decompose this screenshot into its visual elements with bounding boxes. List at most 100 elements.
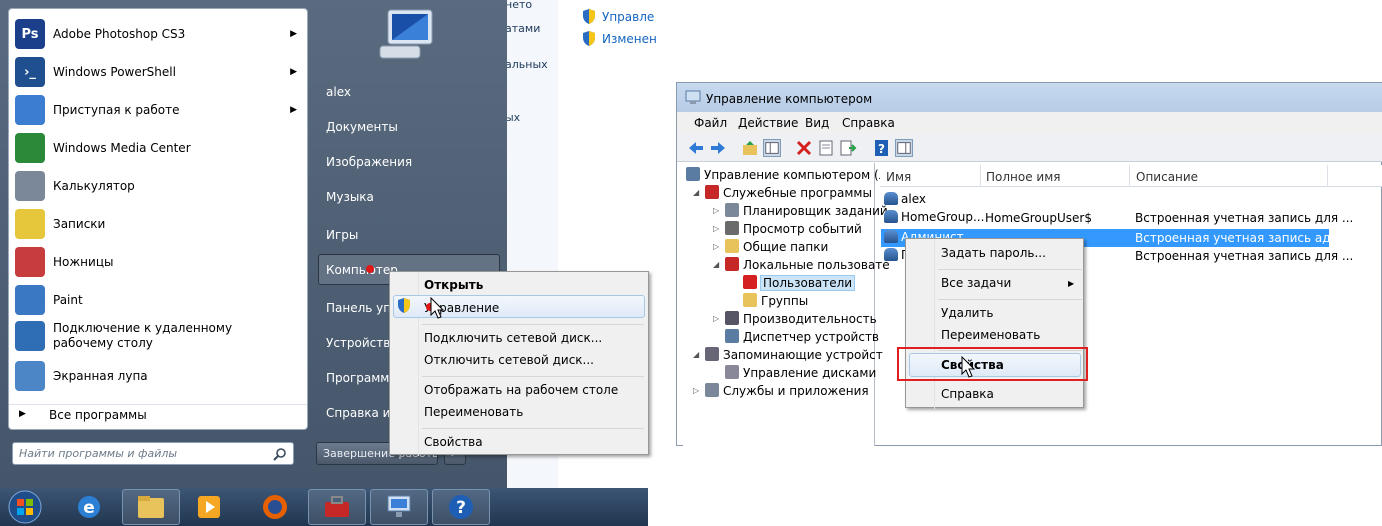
program-item[interactable]: ›_ Windows PowerShell ▶ [9,53,307,91]
submenu-arrow-icon: ▶ [290,105,297,115]
start-right-item[interactable]: alex [326,85,351,99]
mouse-cursor-icon [430,297,444,319]
forward-arrow-icon[interactable] [709,139,727,157]
tree-node[interactable]: Запоминающие устройст [705,347,883,362]
program-item[interactable]: Ножницы [9,243,307,281]
menu-item-rename[interactable]: Переименовать [941,328,1040,342]
menu-help[interactable]: Справка [842,116,895,130]
user-icon [884,192,898,205]
background-text: альных [505,58,548,71]
menu-item-delete[interactable]: Удалить [941,306,994,320]
program-item[interactable]: Подключение к удаленному рабочему столу [9,315,307,357]
tree-node[interactable]: Службы и приложения [705,383,869,398]
table-row[interactable]: alex [884,192,926,206]
tree-node[interactable]: Просмотр событий [725,221,862,236]
mouse-cursor-icon [961,356,975,378]
firefox-icon[interactable] [246,489,304,525]
program-label: Adobe Photoshop CS3 [53,26,186,41]
internet-explorer-icon[interactable]: e [60,489,118,525]
tree-node-icon [743,275,757,289]
column-header-name[interactable]: Имя [886,170,911,184]
menu-item-rename[interactable]: Переименовать [424,405,523,419]
explorer-folder-icon[interactable] [122,489,180,525]
all-programs-button[interactable]: ▶ Все программы [9,404,307,426]
tree-expander-icon[interactable]: ◢ [693,350,699,359]
menu-item-map-drive[interactable]: Подключить сетевой диск... [424,331,602,345]
start-right-item[interactable]: Компьютер [326,263,398,277]
toolbox-icon[interactable] [308,489,366,525]
tree-node-label: Служебные программы [723,186,872,200]
media-player-icon[interactable] [180,489,238,525]
program-item[interactable]: Ps Adobe Photoshop CS3 ▶ [9,15,307,53]
tree-node[interactable]: Локальные пользовате [725,257,890,272]
tree-node[interactable]: Управление компьютером (л [686,167,886,182]
menu-view[interactable]: Вид [805,116,829,130]
program-item[interactable]: Калькулятор [9,167,307,205]
menu-item-help[interactable]: Справка [941,387,994,401]
column-header-fullname[interactable]: Полное имя [986,170,1061,184]
menu-item-properties[interactable]: Свойства [424,435,483,449]
menu-bar: Файл Действие Вид Справка [677,112,1382,134]
network-computer-icon[interactable] [370,489,428,525]
tree-expander-icon[interactable]: ▷ [693,386,699,395]
tree-expander-icon[interactable]: ▷ [713,206,719,215]
program-item[interactable]: Paint [9,281,307,319]
help-icon[interactable]: ? [873,139,891,157]
highlight-box [897,347,1088,381]
tree-expander-icon[interactable]: ▷ [713,242,719,251]
tree-node[interactable]: Производительность [725,311,877,326]
window-title: Управление компьютером [706,92,873,106]
program-item[interactable]: Windows Media Center [9,129,307,167]
background-link[interactable]: Изменен [582,31,657,46]
tree-expander-icon[interactable]: ▷ [713,224,719,233]
start-right-item[interactable]: Панель упр [326,301,399,315]
help-icon[interactable]: ? [432,489,490,525]
program-item[interactable]: Записки [9,205,307,243]
start-right-item[interactable]: Программы [326,371,399,385]
back-arrow-icon[interactable] [687,139,705,157]
menu-action[interactable]: Действие [738,116,798,130]
menu-item-open[interactable]: Открыть [424,278,483,292]
search-input[interactable]: Найти программы и файлы [12,442,294,465]
background-link[interactable]: Управле [582,9,654,24]
start-orb-icon[interactable] [0,489,50,525]
tree-node[interactable]: Общие папки [725,239,828,254]
up-folder-icon[interactable] [741,139,759,157]
tree-node[interactable]: Планировщик заданий [725,203,888,218]
show-action-pane-icon[interactable] [895,139,913,157]
user-picture-icon[interactable] [376,6,438,64]
program-item[interactable]: Приступая к работе ▶ [9,91,307,129]
properties-icon[interactable] [817,139,835,157]
start-right-item[interactable]: Изображения [326,155,412,169]
start-right-item[interactable]: Устройства [326,336,398,350]
tree-node[interactable]: Группы [743,293,808,308]
tree-node-label: Общие папки [743,240,829,254]
delete-icon[interactable] [795,139,813,157]
menu-item-set-password[interactable]: Задать пароль... [941,246,1046,260]
start-right-item[interactable]: Музыка [326,190,374,204]
column-header-description[interactable]: Описание [1136,170,1198,184]
menu-item-disconnect-drive[interactable]: Отключить сетевой диск... [424,353,594,367]
tree-node-icon [725,329,739,343]
menu-item-all-tasks[interactable]: Все задачи [941,276,1011,290]
tree-node[interactable]: Диспетчер устройств [725,329,879,344]
start-right-item[interactable]: Игры [326,228,358,242]
tree-expander-icon[interactable]: ◢ [713,260,719,269]
search-icon[interactable] [273,447,287,461]
tree-node-label: Службы и приложения [723,384,869,398]
tree-expander-icon[interactable]: ◢ [693,188,699,197]
program-item[interactable]: Экранная лупа [9,357,307,395]
menu-file[interactable]: Файл [694,116,727,130]
export-list-icon[interactable] [839,139,857,157]
tree-expander-icon[interactable]: ▷ [713,314,719,323]
menu-item-show-on-desktop[interactable]: Отображать на рабочем столе [424,383,618,397]
tree-node[interactable]: Служебные программы [705,185,872,200]
table-row[interactable]: HomeGroup... [884,210,984,224]
tree-node[interactable]: Пользователи [743,275,856,291]
show-hide-tree-icon[interactable] [763,139,781,157]
cell-description: Встроенная учетная запись для ... [1135,249,1354,263]
start-right-item[interactable]: Документы [326,120,398,134]
cell-fullname: HomeGroupUser$ [985,211,1092,225]
tree-node[interactable]: Управление дисками [725,365,876,380]
program-label: Windows PowerShell [53,64,176,79]
